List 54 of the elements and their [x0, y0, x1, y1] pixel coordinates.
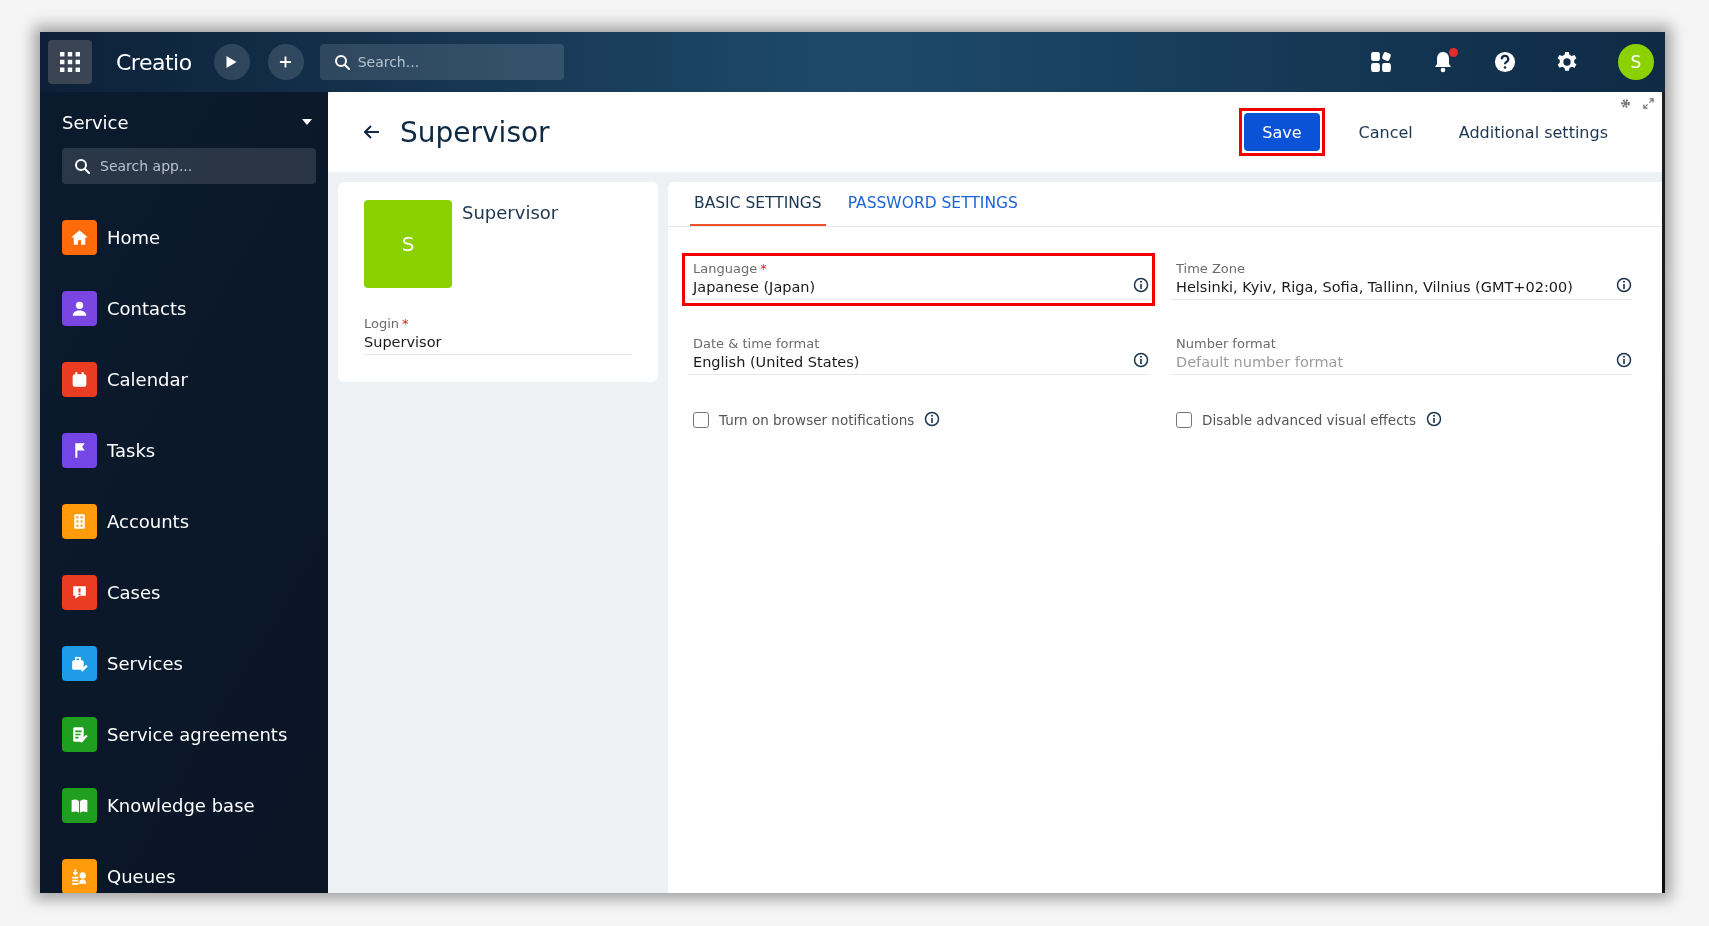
- plus-icon: [279, 55, 293, 69]
- grid-icon: [60, 52, 80, 72]
- nav-item[interactable]: Services: [62, 628, 316, 699]
- gear-icon[interactable]: [1620, 98, 1631, 109]
- play-icon: [225, 55, 239, 69]
- tab[interactable]: PASSWORD SETTINGS: [843, 182, 1022, 226]
- dropdown-caret-icon[interactable]: [302, 119, 312, 125]
- logo: Creatio: [116, 49, 192, 75]
- settings-icon[interactable]: [1556, 51, 1578, 73]
- checkbox[interactable]: [693, 412, 709, 428]
- info-icon[interactable]: [1425, 411, 1442, 427]
- info-icon[interactable]: [1616, 277, 1632, 293]
- checkbox-label: Disable advanced visual effects: [1202, 412, 1416, 428]
- nav-item[interactable]: Queues: [62, 841, 316, 893]
- help-icon[interactable]: [1494, 51, 1516, 73]
- dropdown-field[interactable]: Time Zone Helsinki, Kyiv, Riga, Sofia, Tallinn, Vilnius (GMT+02:00): [1171, 259, 1632, 300]
- bell-icon: [1432, 51, 1454, 73]
- workplace-name: Service: [62, 111, 129, 133]
- nav-item[interactable]: Service agreements: [62, 699, 316, 770]
- nav-item[interactable]: Contacts: [62, 273, 316, 344]
- dropdown-field[interactable]: Language * Japanese (Japan): [688, 259, 1149, 300]
- search-icon: [74, 158, 90, 174]
- arrow-left-icon: [364, 125, 380, 139]
- dropdown-field[interactable]: Date & time format English (United States): [688, 334, 1149, 375]
- user-avatar: S: [364, 200, 452, 288]
- required-asterisk: *: [402, 316, 409, 331]
- cancel-button[interactable]: Cancel: [1346, 113, 1425, 151]
- checkbox-label: Turn on browser notifications: [719, 412, 915, 428]
- apps-icon[interactable]: [1370, 51, 1392, 73]
- info-icon[interactable]: [1616, 352, 1632, 368]
- info-icon[interactable]: [924, 411, 941, 427]
- info-icon[interactable]: [1133, 277, 1149, 293]
- login-field[interactable]: Login * Supervisor: [364, 316, 632, 355]
- search-icon: [333, 54, 350, 70]
- back-button[interactable]: [364, 125, 380, 139]
- info-icon[interactable]: [1133, 352, 1149, 368]
- nav-item[interactable]: Knowledge base: [62, 770, 316, 841]
- expand-icon[interactable]: [1643, 98, 1654, 109]
- checkbox[interactable]: [1176, 412, 1192, 428]
- app-menu-button[interactable]: [48, 40, 92, 84]
- run-button[interactable]: [213, 44, 250, 80]
- settings-button[interactable]: Additional settings: [1446, 113, 1620, 151]
- nav-item[interactable]: Cases: [62, 557, 316, 628]
- required-asterisk: *: [760, 261, 767, 276]
- nav-item[interactable]: Home: [62, 202, 316, 273]
- profile-name: Supervisor: [462, 202, 559, 225]
- nav-item[interactable]: Calendar: [62, 344, 316, 415]
- dropdown-field[interactable]: Number format Default number format: [1171, 334, 1632, 375]
- add-button[interactable]: [267, 44, 304, 80]
- tab[interactable]: BASIC SETTINGS: [690, 182, 826, 226]
- nav-item[interactable]: Tasks: [62, 415, 316, 486]
- save-button[interactable]: Save: [1244, 113, 1320, 151]
- nav-item[interactable]: Accounts: [62, 486, 316, 557]
- page-title: Supervisor: [400, 115, 550, 149]
